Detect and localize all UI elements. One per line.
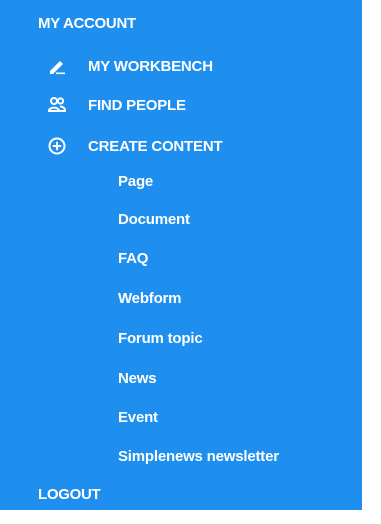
account-menu-panel: MY ACCOUNT MY WORKBENCH FIND PEOPLE CREA… (0, 0, 362, 510)
my-account-link[interactable]: MY ACCOUNT (38, 12, 136, 34)
create-content-simplenews-newsletter-link[interactable]: Simplenews newsletter (118, 444, 279, 468)
create-content-event-link[interactable]: Event (118, 405, 158, 429)
create-content-document-link[interactable]: Document (118, 207, 190, 231)
logout-link[interactable]: LOGOUT (38, 483, 101, 505)
submenu-item-label: Webform (118, 289, 182, 307)
create-content-forum-topic-link[interactable]: Forum topic (118, 326, 203, 350)
plus-circle-icon (47, 136, 67, 156)
menu-item-label: MY WORKBENCH (88, 57, 213, 75)
create-content-page-link[interactable]: Page (118, 169, 153, 193)
create-content-news-link[interactable]: News (118, 366, 157, 390)
menu-item-find-people[interactable]: FIND PEOPLE (47, 93, 186, 117)
create-content-webform-link[interactable]: Webform (118, 286, 182, 310)
submenu-item-label: Forum topic (118, 329, 203, 347)
create-content-faq-link[interactable]: FAQ (118, 246, 148, 270)
menu-item-label: FIND PEOPLE (88, 96, 186, 114)
submenu-item-label: FAQ (118, 249, 149, 267)
submenu-item-label: Simplenews newsletter (118, 447, 279, 465)
submenu-item-label: Document (118, 210, 190, 228)
menu-item-my-workbench[interactable]: MY WORKBENCH (47, 54, 213, 78)
my-account-label: MY ACCOUNT (38, 14, 136, 32)
menu-item-label: CREATE CONTENT (88, 137, 223, 155)
submenu-item-label: News (118, 369, 157, 387)
pencil-icon (47, 56, 67, 76)
people-icon (47, 95, 67, 115)
submenu-item-label: Page (118, 172, 154, 190)
submenu-item-label: Event (118, 408, 158, 426)
logout-label: LOGOUT (38, 485, 101, 503)
menu-item-create-content[interactable]: CREATE CONTENT (47, 134, 223, 158)
